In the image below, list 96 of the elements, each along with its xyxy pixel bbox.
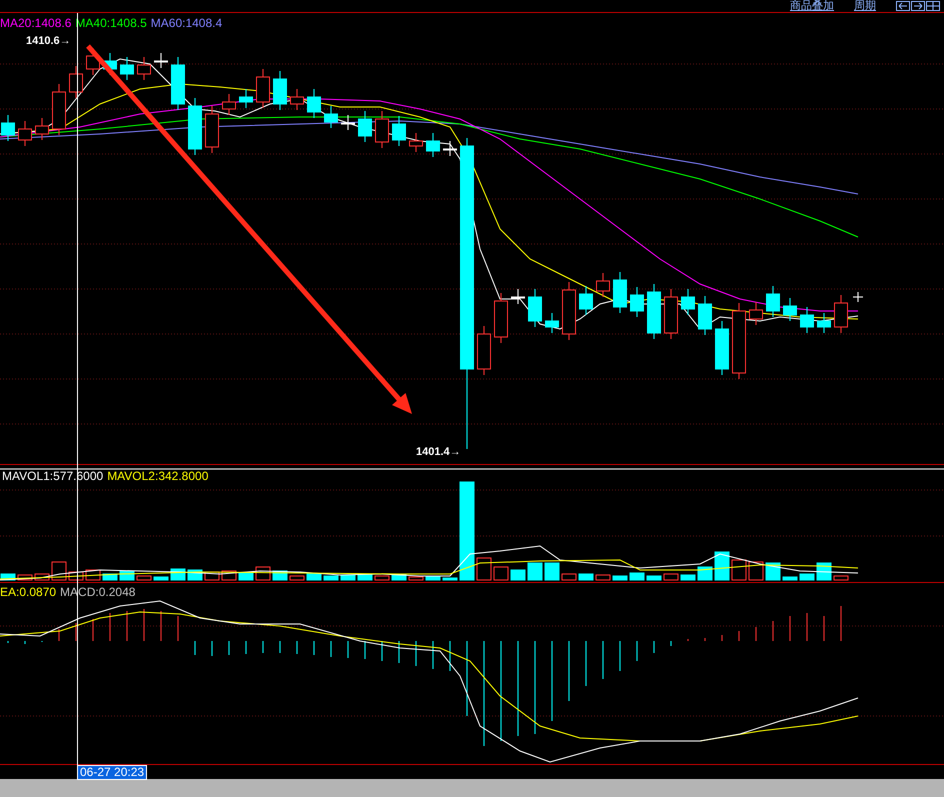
time-label: 06-27 20:23	[77, 765, 148, 780]
candlestick	[613, 272, 627, 314]
candlestick	[800, 306, 814, 334]
volume-bar	[714, 552, 730, 580]
candlestick	[375, 110, 389, 148]
volume-bar	[816, 562, 832, 580]
candlestick	[154, 52, 168, 68]
volume-bar	[544, 562, 560, 580]
candlestick	[783, 298, 797, 322]
right-arrow-icon[interactable]	[911, 1, 925, 11]
left-arrow-icon[interactable]	[896, 1, 910, 11]
candlestick	[664, 288, 678, 340]
candlestick	[494, 292, 508, 344]
split-window-icon[interactable]	[926, 1, 940, 11]
volume-bar	[698, 566, 712, 580]
candlestick	[409, 132, 423, 152]
candlestick	[1, 114, 15, 142]
candlestick	[426, 132, 440, 158]
candlestick	[290, 88, 304, 110]
volume-bar	[782, 576, 798, 580]
crosshair-icon	[852, 292, 864, 302]
volume-bar	[766, 562, 780, 580]
volume-bar	[442, 578, 458, 580]
volume-bar	[528, 562, 542, 580]
volume-bar	[306, 574, 322, 580]
volume-bar	[732, 560, 746, 580]
moving-average-label: MA20:1408.6	[0, 16, 72, 30]
candlestick	[749, 302, 763, 326]
volume-bar	[680, 574, 696, 580]
candlestick	[528, 288, 542, 328]
candlestick	[52, 84, 66, 136]
candlestick	[307, 88, 321, 118]
candlestick	[69, 66, 83, 98]
low-price-label: 1401.4→	[416, 445, 461, 460]
candlestick	[596, 272, 610, 298]
candlestick	[341, 114, 355, 130]
volume-bar	[578, 574, 594, 580]
volume-bar	[408, 576, 424, 580]
candlestick	[630, 286, 644, 318]
volume-bar	[664, 574, 678, 580]
candlestick	[358, 110, 372, 142]
toolbar-link[interactable]: 商品叠加	[790, 0, 834, 12]
volume-bar	[374, 576, 390, 580]
candlestick	[222, 94, 236, 116]
volume-bar	[630, 572, 644, 580]
candlestick	[171, 56, 185, 110]
candlestick	[834, 294, 848, 334]
candlestick	[324, 106, 338, 128]
volume-average-label: MAVOL2:342.8000	[107, 469, 208, 483]
moving-average-label: MA60:1408.4	[150, 16, 222, 30]
volume-bar	[154, 576, 168, 580]
candlestick	[579, 286, 593, 316]
volume-bar	[290, 576, 304, 580]
volume-bar	[392, 574, 406, 580]
volume-bar	[834, 576, 848, 580]
candlestick	[205, 106, 219, 154]
volume-bar	[562, 574, 576, 580]
volume-bar	[494, 566, 508, 580]
candlestick	[817, 312, 831, 334]
toolbar-link[interactable]: 周期	[854, 0, 876, 12]
candlestick	[562, 282, 576, 340]
candlestick	[137, 56, 151, 80]
candlestick	[35, 118, 49, 140]
candlestick	[545, 312, 559, 334]
candlestick	[18, 120, 32, 146]
candlestick	[647, 284, 661, 340]
candlestick	[443, 140, 457, 156]
volume-bar	[596, 574, 610, 580]
volume-bar	[426, 576, 440, 580]
candlestick	[239, 88, 253, 108]
candlestick	[511, 288, 525, 304]
volume-bar	[748, 562, 764, 580]
high-price-label: 1410.6→	[26, 34, 71, 49]
candlestick	[256, 68, 270, 108]
volume-bar	[612, 576, 628, 580]
volume-bar	[646, 576, 662, 580]
volume-bar	[324, 576, 338, 580]
candlestick	[120, 56, 134, 80]
volume-bar	[800, 574, 814, 580]
volume-bar	[238, 572, 254, 580]
candlestick	[477, 326, 491, 376]
candlestick	[766, 286, 780, 318]
candlestick	[392, 116, 406, 146]
volume-bar	[136, 576, 152, 580]
candlestick	[188, 98, 202, 156]
volume-bar	[340, 574, 356, 580]
volume-bar	[476, 558, 492, 580]
candlestick	[681, 288, 695, 316]
candlestick	[698, 296, 712, 336]
volume-bar	[52, 562, 66, 580]
candlestick	[715, 320, 729, 376]
volume-bar	[170, 568, 186, 580]
candlestick	[273, 70, 287, 110]
volume-bar	[510, 570, 526, 580]
volume-bar	[18, 574, 32, 580]
macd-label: EA:0.0870	[0, 585, 56, 599]
